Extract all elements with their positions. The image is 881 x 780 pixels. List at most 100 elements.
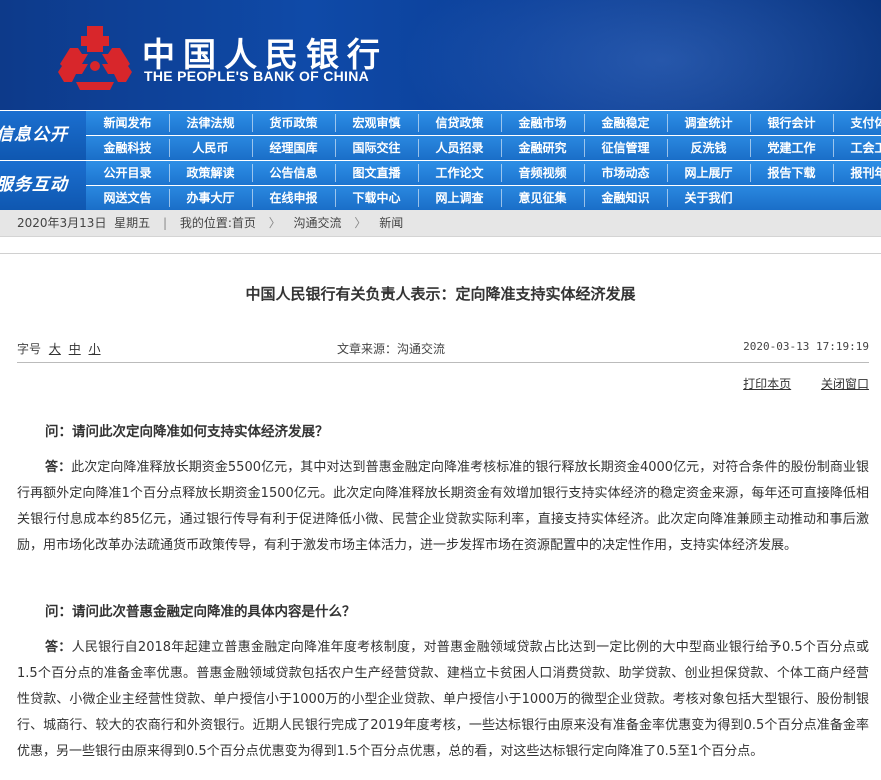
nav-separator	[335, 114, 336, 132]
nav-separator	[667, 189, 668, 207]
nav-item-g1r1-4[interactable]: 信贷政策	[418, 111, 501, 135]
nav-separator	[501, 189, 502, 207]
nav-separator	[584, 114, 585, 132]
answer-1-text: 此次定向降准释放长期资金5500亿元，其中对达到普惠金融定向降准考核标准的银行释…	[17, 460, 869, 553]
breadcrumb-level3-link[interactable]: 新闻	[379, 216, 403, 230]
breadcrumb-separator: |	[162, 216, 167, 230]
question-1: 问：请问此次定向降准如何支持实体经济发展？	[45, 424, 329, 440]
nav-separator	[252, 189, 253, 207]
nav-row: 公开目录政策解读公告信息图文直播工作论文音频视频市场动态网上展厅报告下载报刊年鉴	[86, 161, 881, 185]
article-title: 中国人民银行有关负责人表示：定向降准支持实体经济发展	[245, 285, 636, 303]
nav-item-g1r1-2[interactable]: 货币政策	[252, 111, 335, 135]
nav-item-g2r1-2[interactable]: 公告信息	[252, 161, 335, 185]
font-size-controls: 字号 大 中 小	[17, 340, 101, 357]
font-size-large-link[interactable]: 大	[49, 342, 61, 356]
nav-separator	[750, 114, 751, 132]
font-size-medium-link[interactable]: 中	[69, 342, 81, 356]
nav-separator	[584, 164, 585, 182]
pboc-logo-icon[interactable]	[58, 24, 132, 92]
nav-item-g2r2-6[interactable]: 金融知识	[584, 186, 667, 210]
nav-item-g2r1-6[interactable]: 市场动态	[584, 161, 667, 185]
print-page-link[interactable]: 打印本页	[743, 377, 791, 391]
nav-item-g2r2-7[interactable]: 关于我们	[667, 186, 750, 210]
logo-english-name: THE PEOPLE'S BANK OF CHINA	[144, 68, 370, 84]
nav-item-g1r1-1[interactable]: 法律法规	[169, 111, 252, 135]
nav-separator	[418, 164, 419, 182]
nav-separator	[252, 164, 253, 182]
breadcrumb: 2020年3月13日 星期五 | 我的位置:首页 〉 沟通交流 〉 新闻	[0, 210, 881, 237]
nav-item-g2r1-9[interactable]: 报刊年鉴	[833, 161, 881, 185]
nav-item-g2r1-3[interactable]: 图文直播	[335, 161, 418, 185]
nav-item-g2r2-4[interactable]: 网上调查	[418, 186, 501, 210]
nav-separator	[169, 164, 170, 182]
nav-item-g2r2-0[interactable]: 网送文告	[86, 186, 169, 210]
nav-tag-service-interaction[interactable]: 服务互动	[0, 161, 86, 210]
nav-item-g1r1-8[interactable]: 银行会计	[750, 111, 833, 135]
nav-item-g1r2-5[interactable]: 金融研究	[501, 136, 584, 160]
nav-item-g2r2-2[interactable]: 在线申报	[252, 186, 335, 210]
nav-item-g2r1-0[interactable]: 公开目录	[86, 161, 169, 185]
banner-glow	[401, 0, 881, 110]
nav-separator	[833, 139, 834, 157]
header-banner: 中国人民银行 THE PEOPLE'S BANK OF CHINA	[0, 0, 881, 110]
nav-separator	[584, 139, 585, 157]
nav-item-g1r1-6[interactable]: 金融稳定	[584, 111, 667, 135]
answer-2-text: 人民银行自2018年起建立普惠金融定向降准年度考核制度，对普惠金融领域贷款占比达…	[17, 640, 869, 759]
article-meta: 字号 大 中 小 文章来源：沟通交流 2020-03-13 17:19:19	[17, 332, 869, 362]
nav-separator	[169, 114, 170, 132]
nav-item-g1r1-5[interactable]: 金融市场	[501, 111, 584, 135]
nav-separator	[501, 114, 502, 132]
nav-separator	[667, 164, 668, 182]
nav-separator	[667, 114, 668, 132]
nav-grid-service: 公开目录政策解读公告信息图文直播工作论文音频视频市场动态网上展厅报告下载报刊年鉴…	[86, 161, 881, 210]
nav-item-g1r2-3[interactable]: 国际交往	[335, 136, 418, 160]
nav-item-g1r2-7[interactable]: 反洗钱	[667, 136, 750, 160]
nav-separator	[252, 114, 253, 132]
question-2: 问：请问此次普惠金融定向降准的具体内容是什么？	[45, 604, 356, 620]
article-tools: 打印本页 关闭窗口	[717, 375, 869, 392]
main-navigation: 信息公开 新闻发布 法律法规 货币政策 宏观审慎 信贷政策 金融市场 金融稳定 调查统计 银行会…	[0, 110, 881, 210]
nav-item-g1r2-8[interactable]: 党建工作	[750, 136, 833, 160]
article-source: 文章来源：沟通交流	[337, 342, 446, 356]
answer-label: 答：	[45, 460, 72, 475]
nav-separator	[169, 139, 170, 157]
close-window-link[interactable]: 关闭窗口	[821, 377, 869, 391]
nav-row: 金融科技人民币经理国库国际交往人员招录金融研究征信管理反洗钱党建工作工会工作	[86, 136, 881, 160]
nav-item-g1r2-9[interactable]: 工会工作	[833, 136, 881, 160]
nav-item-g1r1-3[interactable]: 宏观审慎	[335, 111, 418, 135]
nav-item-g1r1-7[interactable]: 调查统计	[667, 111, 750, 135]
nav-item-g2r1-7[interactable]: 网上展厅	[667, 161, 750, 185]
nav-tag-label: 服务互动	[0, 175, 68, 195]
answer-2: 答：人民银行自2018年起建立普惠金融定向降准年度考核制度，对普惠金融领域贷款占…	[17, 635, 869, 765]
nav-tag-info-disclosure[interactable]: 信息公开	[0, 111, 86, 160]
nav-item-g1r2-0[interactable]: 金融科技	[86, 136, 169, 160]
nav-item-g2r2-1[interactable]: 办事大厅	[169, 186, 252, 210]
nav-group-service-interaction: 服务互动 公开目录 政策解读 公告信息 图文直播 工作论文 音频视频 市场动态 网上展厅 报告下…	[0, 161, 881, 210]
nav-item-g2r1-8[interactable]: 报告下载	[750, 161, 833, 185]
nav-item-g2r1-1[interactable]: 政策解读	[169, 161, 252, 185]
nav-separator	[418, 114, 419, 132]
nav-item-g1r2-6[interactable]: 征信管理	[584, 136, 667, 160]
nav-item-g1r1-0[interactable]: 新闻发布	[86, 111, 169, 135]
font-size-small-link[interactable]: 小	[89, 342, 101, 356]
article-datetime: 2020-03-13 17:19:19	[743, 340, 869, 353]
nav-item-g2r1-5[interactable]: 音频视频	[501, 161, 584, 185]
nav-item-g1r2-2[interactable]: 经理国库	[252, 136, 335, 160]
nav-item-g2r2-3[interactable]: 下载中心	[335, 186, 418, 210]
answer-label: 答：	[45, 640, 72, 655]
nav-item-g2r1-4[interactable]: 工作论文	[418, 161, 501, 185]
breadcrumb-level2-link[interactable]: 沟通交流	[294, 216, 342, 230]
nav-item-g2r2-5[interactable]: 意见征集	[501, 186, 584, 210]
current-date: 2020年3月13日	[17, 216, 107, 230]
breadcrumb-separator: 〉	[268, 216, 281, 230]
nav-item-g1r1-9[interactable]: 支付体系	[833, 111, 881, 135]
nav-item-g1r2-4[interactable]: 人员招录	[418, 136, 501, 160]
nav-item-g1r2-1[interactable]: 人民币	[169, 136, 252, 160]
breadcrumb-home-link[interactable]: 我的位置:首页	[180, 216, 256, 230]
nav-separator	[335, 164, 336, 182]
nav-separator	[750, 164, 751, 182]
nav-row: 新闻发布法律法规货币政策宏观审慎信贷政策金融市场金融稳定调查统计银行会计支付体系	[86, 111, 881, 135]
answer-1: 答：此次定向降准释放长期资金5500亿元，其中对达到普惠金融定向降准考核标准的银…	[17, 455, 869, 559]
nav-separator	[335, 139, 336, 157]
meta-underline	[17, 362, 869, 363]
